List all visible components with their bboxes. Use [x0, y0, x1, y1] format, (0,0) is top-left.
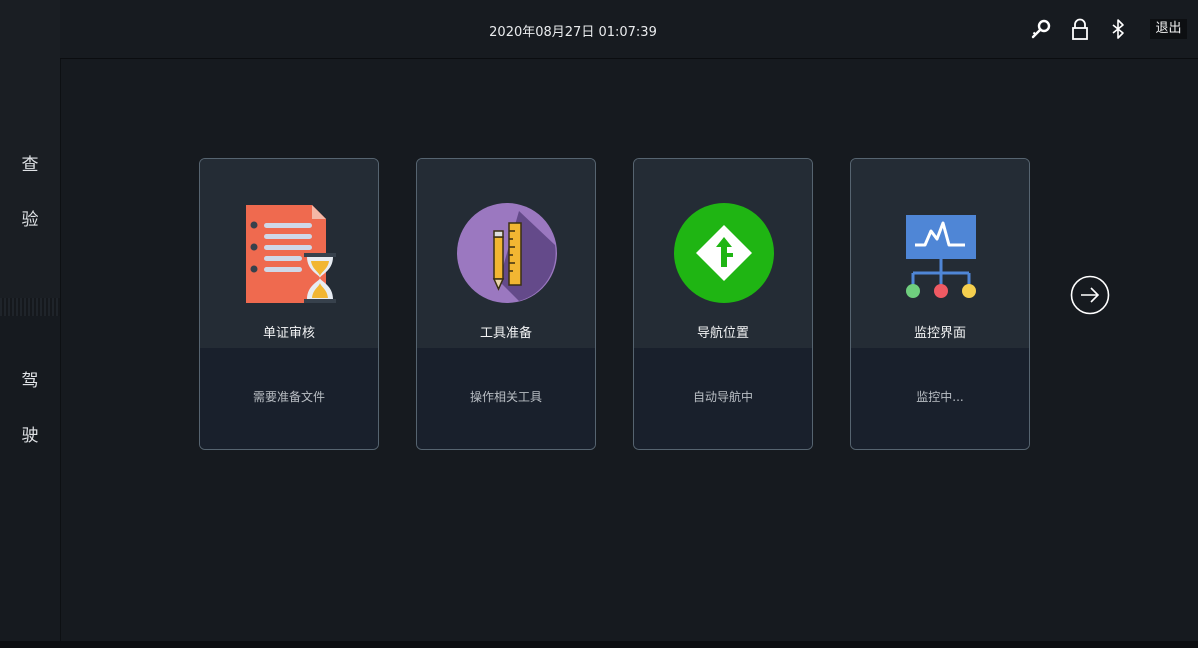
card-title: 工具准备	[479, 326, 532, 341]
sidebar: 查 验 驾 驶	[0, 0, 61, 648]
sidebar-tab-inspect-char-1: 查	[21, 155, 39, 175]
card-title: 导航位置	[696, 326, 749, 341]
key-icon[interactable]	[1030, 18, 1052, 40]
pencil-ruler-icon	[457, 203, 557, 303]
lock-icon[interactable]	[1069, 18, 1091, 40]
sidebar-tab-drive-char-1: 驾	[21, 371, 39, 391]
sidebar-tab-drive[interactable]: 驾 驶	[0, 316, 60, 648]
datetime-display: 2020年08月27日 01:07:39	[489, 25, 657, 40]
card-desc: 操作相关工具	[469, 390, 542, 404]
top-bar: 2020年08月27日 01:07:39	[60, 0, 1198, 59]
sidebar-tab-drive-char-2: 驶	[21, 426, 39, 446]
sidebar-tab-inspect[interactable]: 查 验	[0, 0, 60, 298]
card-title: 单证审核	[262, 326, 315, 341]
card-tool-prep[interactable]: 工具准备 操作相关工具	[416, 158, 596, 450]
card-navigation[interactable]: 导航位置 自动导航中	[633, 158, 813, 450]
arrow-right-circle-icon[interactable]	[1070, 275, 1110, 315]
bluetooth-icon[interactable]	[1107, 18, 1129, 40]
card-document-review[interactable]: 单证审核 需要准备文件	[199, 158, 379, 450]
card-desc: 需要准备文件	[252, 390, 325, 404]
sidebar-divider	[0, 298, 60, 316]
card-monitoring[interactable]: 监控界面 监控中...	[850, 158, 1030, 450]
navigation-sign-icon	[674, 203, 774, 303]
card-desc: 监控中...	[916, 390, 964, 404]
logout-button[interactable]: 退出	[1150, 19, 1187, 39]
bottom-strip	[0, 641, 1198, 648]
sidebar-tab-inspect-char-2: 验	[21, 210, 39, 230]
card-desc: 自动导航中	[692, 390, 753, 404]
card-title: 监控界面	[913, 326, 966, 341]
monitor-network-icon	[891, 203, 991, 303]
document-hourglass-icon	[240, 203, 340, 303]
